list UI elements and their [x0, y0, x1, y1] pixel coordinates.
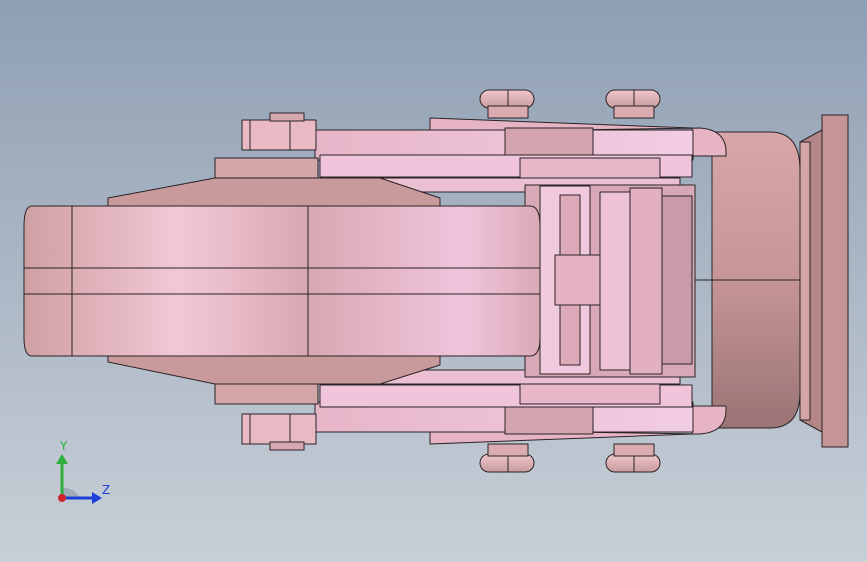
- axle-nut-top: [241, 112, 317, 151]
- bolt-bottom-right: [605, 443, 661, 473]
- z-axis-label: Z: [102, 483, 111, 497]
- fork-center-block: [524, 184, 696, 378]
- bolt-top-right: [605, 89, 661, 119]
- caster-wheel-model[interactable]: [0, 0, 867, 562]
- bolt-bottom-left: [479, 443, 535, 473]
- 3d-viewport[interactable]: Y Z: [0, 0, 867, 562]
- bolt-top-left: [479, 89, 535, 119]
- origin-dot: [58, 494, 66, 502]
- wheel-tire: [23, 205, 541, 357]
- axis-triad: Y Z: [40, 436, 130, 516]
- mount-plate: [799, 114, 849, 448]
- y-axis-label: Y: [60, 439, 68, 453]
- swivel-hub: [692, 131, 801, 429]
- axle-nut-bottom: [241, 413, 317, 451]
